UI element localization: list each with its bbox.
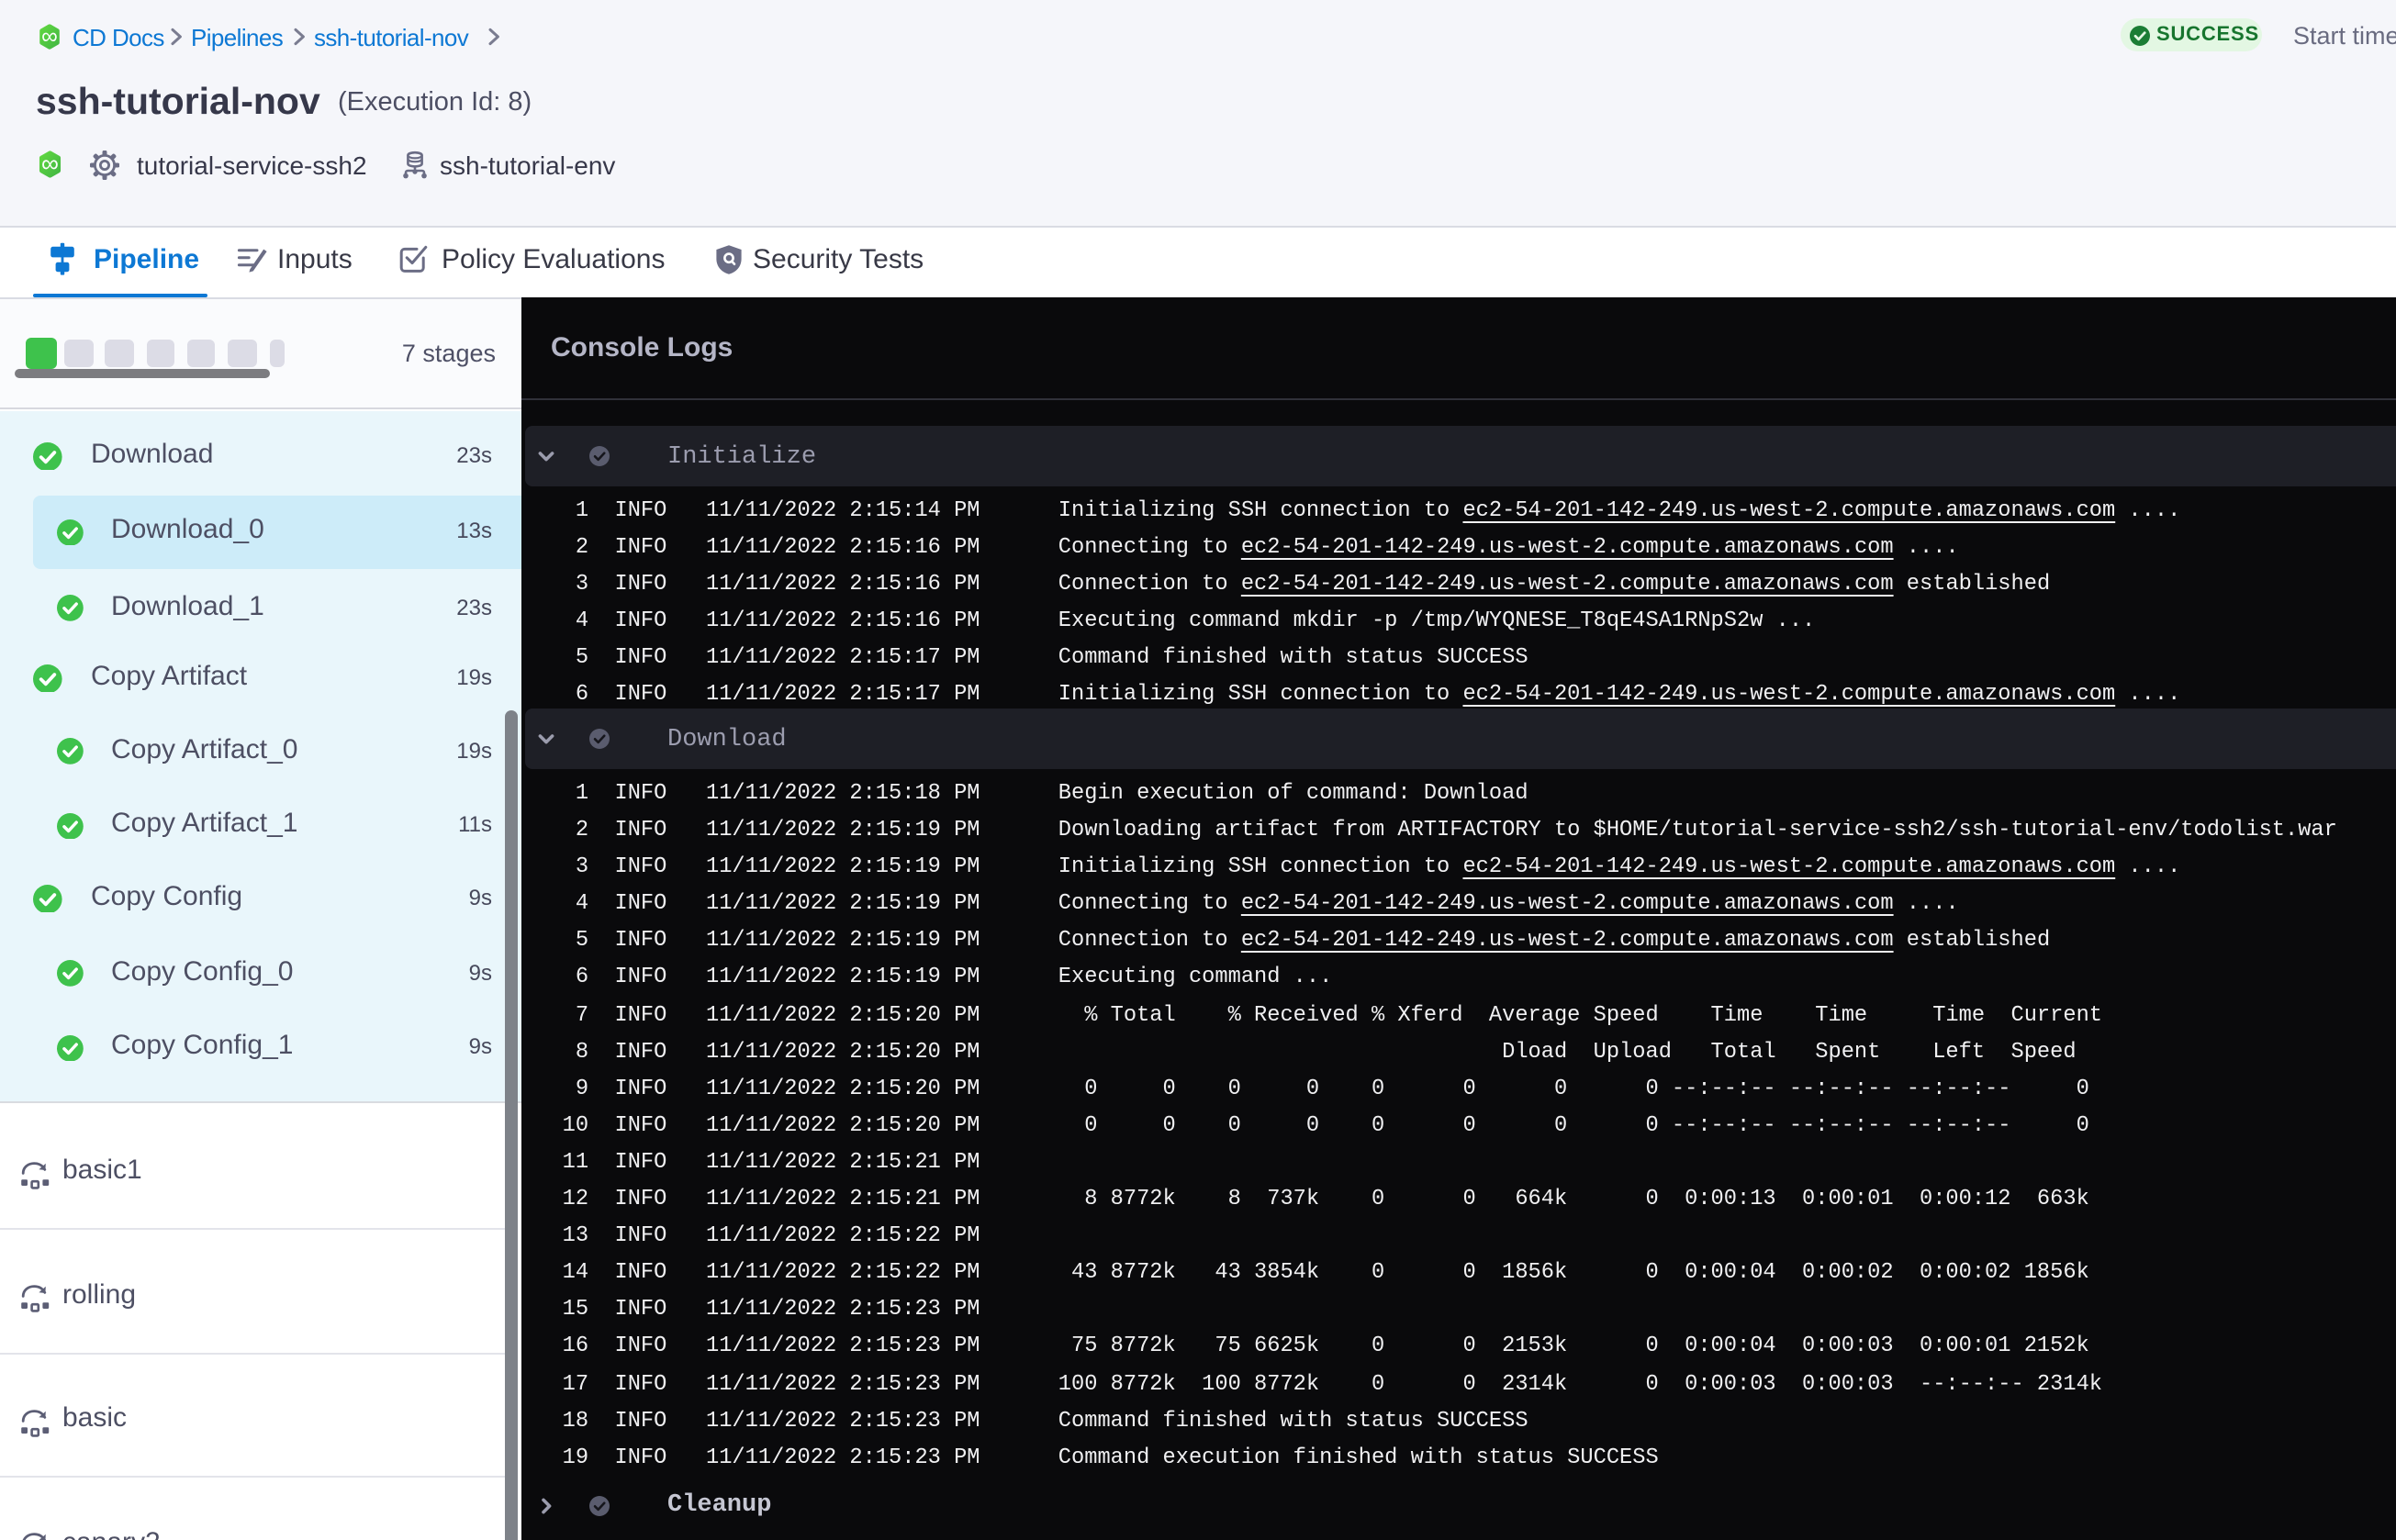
svg-text:∞: ∞: [41, 151, 59, 177]
svg-text:∞: ∞: [41, 24, 58, 49]
